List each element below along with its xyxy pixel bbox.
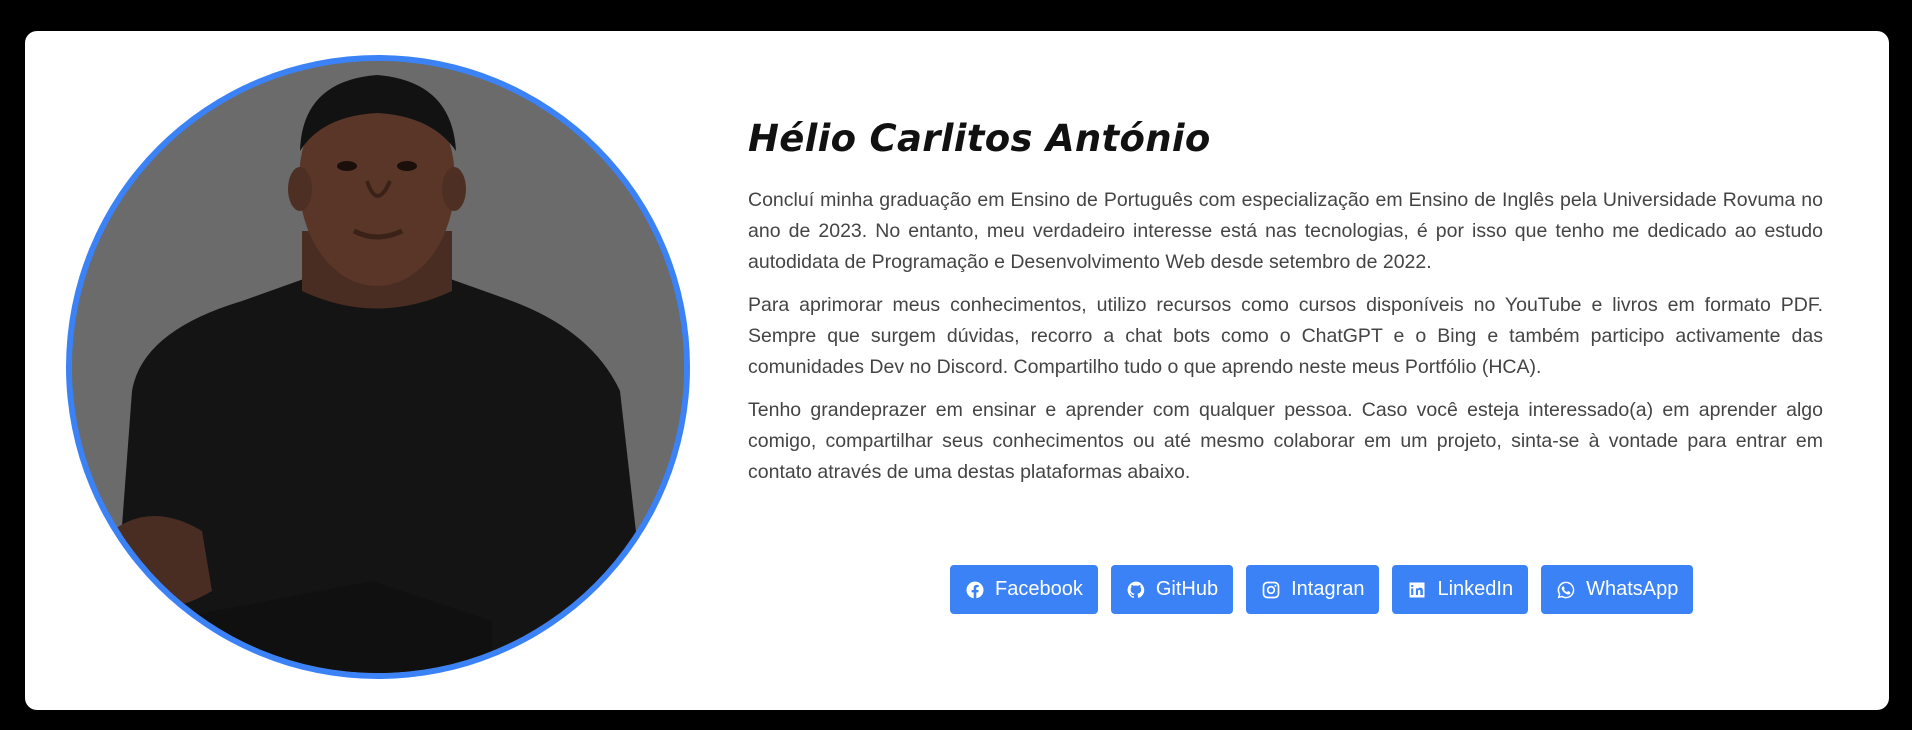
facebook-label: Facebook xyxy=(995,578,1083,600)
bio-paragraph-3: Tenho grandeprazer em ensinar e aprender… xyxy=(748,399,1823,484)
bio-paragraph-1: Concluí minha graduação em Ensino de Por… xyxy=(748,189,1823,274)
whatsapp-label: WhatsApp xyxy=(1586,578,1679,600)
whatsapp-button[interactable]: WhatsApp xyxy=(1541,565,1694,614)
whatsapp-icon xyxy=(1557,581,1575,598)
instagram-label: Intagran xyxy=(1291,578,1365,600)
facebook-icon xyxy=(966,581,984,598)
github-icon xyxy=(1127,581,1145,598)
instagram-button[interactable]: Intagran xyxy=(1246,565,1380,614)
profile-content: Hélio Carlitos António Concluí minha gra… xyxy=(748,117,1823,488)
linkedin-label: LinkedIn xyxy=(1437,578,1514,600)
profile-name: Hélio Carlitos António xyxy=(748,117,1211,160)
profile-card: Hélio Carlitos António Concluí minha gra… xyxy=(25,31,1889,710)
person-portrait-illustration xyxy=(72,61,684,673)
facebook-button[interactable]: Facebook xyxy=(950,565,1098,614)
profile-photo xyxy=(72,61,684,673)
bio-paragraph-2: Para aprimorar meus conhecimentos, utili… xyxy=(748,294,1823,379)
linkedin-icon xyxy=(1409,582,1425,597)
profile-photo-frame xyxy=(66,55,690,679)
instagram-icon xyxy=(1262,581,1280,598)
github-button[interactable]: GitHub xyxy=(1110,565,1234,614)
linkedin-button[interactable]: LinkedIn xyxy=(1392,565,1529,614)
github-label: GitHub xyxy=(1155,578,1219,600)
social-links: Facebook GitHub Intagran LinkedIn WhatsA… xyxy=(950,565,1694,614)
